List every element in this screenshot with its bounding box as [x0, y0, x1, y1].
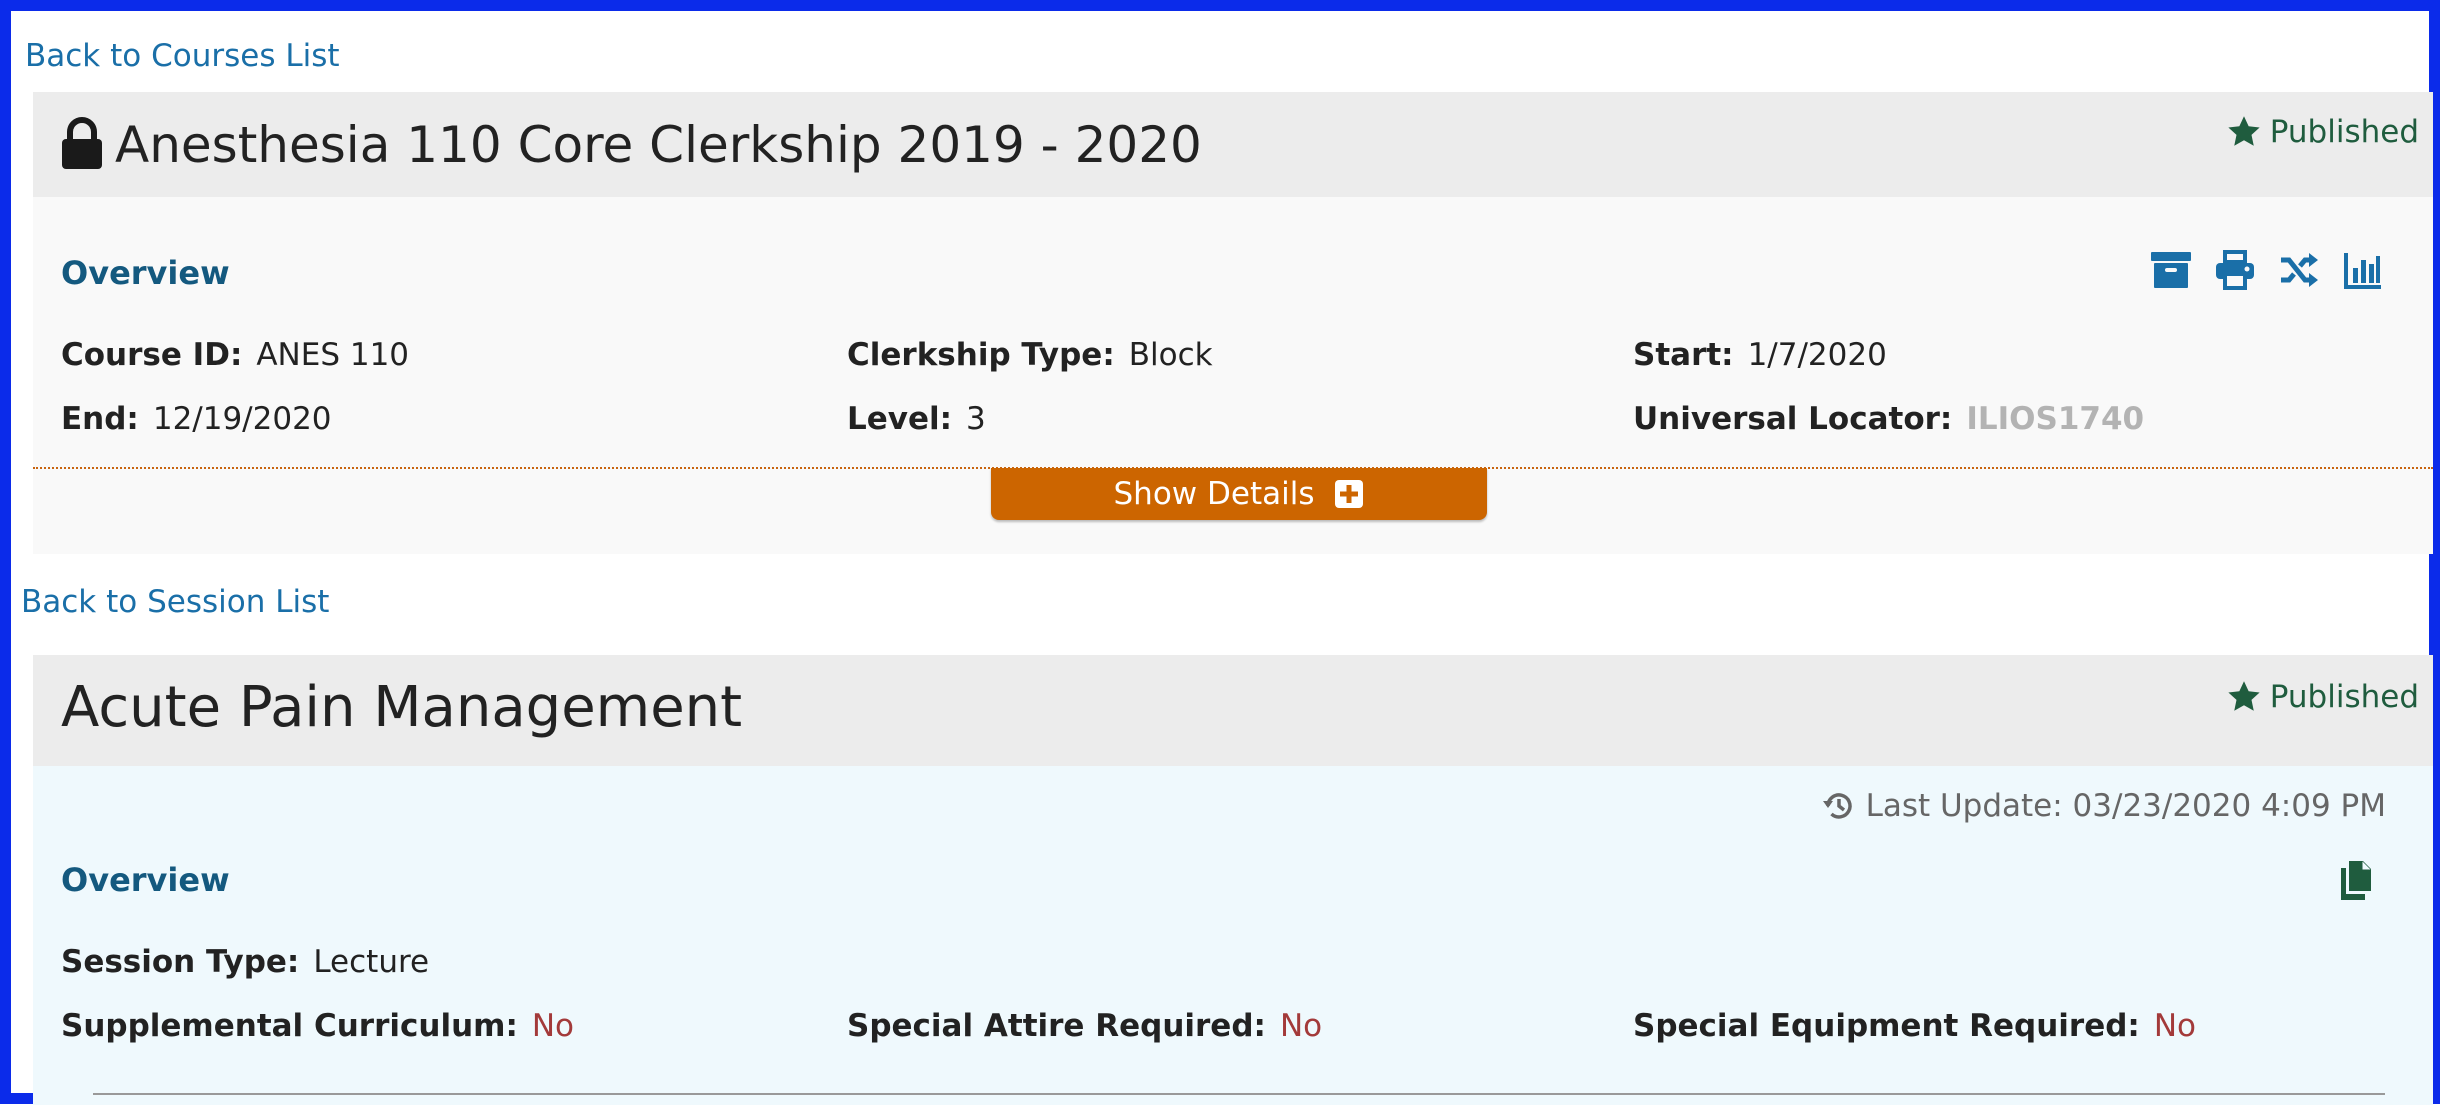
end-value[interactable]: 12/19/2020: [153, 401, 332, 437]
supplemental-label: Supplemental Curriculum:: [61, 1008, 518, 1044]
course-title: Anesthesia 110 Core Clerkship 2019 - 202…: [115, 116, 1202, 174]
history-icon: [1822, 793, 1852, 819]
supplemental-field: Supplemental Curriculum: No: [61, 1008, 574, 1044]
level-field: Level: 3: [847, 401, 986, 437]
clerkship-type-label: Clerkship Type:: [847, 337, 1115, 373]
published-label: Published: [2269, 679, 2419, 715]
course-id-field: Course ID: ANES 110: [61, 337, 409, 373]
special-equipment-label: Special Equipment Required:: [1633, 1008, 2140, 1044]
print-icon[interactable]: [2215, 250, 2255, 290]
copy-icon[interactable]: [2337, 860, 2373, 902]
rollover-icon[interactable]: [2279, 250, 2319, 290]
universal-locator-field: Universal Locator: ILIOS1740: [1633, 401, 2144, 437]
clerkship-type-value[interactable]: Block: [1129, 337, 1213, 373]
back-to-sessions-link[interactable]: Back to Session List: [21, 584, 329, 620]
show-details-label: Show Details: [1113, 476, 1315, 512]
course-published-status[interactable]: Published: [2226, 114, 2419, 150]
session-header: Acute Pain Management Published: [33, 655, 2433, 766]
special-attire-value[interactable]: No: [1280, 1008, 1322, 1044]
plus-square-icon: [1335, 480, 1364, 508]
start-label: Start:: [1633, 337, 1734, 373]
archive-icon[interactable]: [2151, 250, 2191, 290]
universal-locator-label: Universal Locator:: [1633, 401, 1953, 437]
course-overview-title: Overview: [61, 254, 230, 292]
special-equipment-field: Special Equipment Required: No: [1633, 1008, 2196, 1044]
special-attire-field: Special Attire Required: No: [847, 1008, 1322, 1044]
universal-locator-value: ILIOS1740: [1966, 401, 2145, 437]
end-label: End:: [61, 401, 139, 437]
course-toolbar: [2151, 250, 2383, 290]
section-divider: [93, 1093, 2385, 1095]
last-update: Last Update: 03/23/2020 4:09 PM: [1822, 788, 2386, 824]
session-type-value[interactable]: Lecture: [313, 944, 429, 980]
session-type-field: Session Type: Lecture: [61, 944, 429, 980]
star-icon: [2228, 116, 2260, 146]
lock-icon: [62, 117, 102, 169]
page-frame: Back to Courses List Anesthesia 110 Core…: [0, 0, 2440, 1105]
end-field: End: 12/19/2020: [61, 401, 332, 437]
session-published-status[interactable]: Published: [2226, 679, 2419, 715]
published-label: Published: [2269, 114, 2419, 150]
start-value[interactable]: 1/7/2020: [1748, 337, 1887, 373]
session-overview-title: Overview: [61, 861, 230, 899]
level-value[interactable]: 3: [966, 401, 986, 437]
last-update-text: Last Update: 03/23/2020 4:09 PM: [1865, 788, 2386, 824]
session-title[interactable]: Acute Pain Management: [61, 675, 742, 740]
special-attire-label: Special Attire Required:: [847, 1008, 1266, 1044]
back-to-courses-link[interactable]: Back to Courses List: [25, 38, 340, 74]
course-card: Anesthesia 110 Core Clerkship 2019 - 202…: [33, 92, 2433, 554]
session-type-label: Session Type:: [61, 944, 300, 980]
clerkship-type-field: Clerkship Type: Block: [847, 337, 1213, 373]
level-label: Level:: [847, 401, 953, 437]
supplemental-value[interactable]: No: [532, 1008, 574, 1044]
course-id-label: Course ID:: [61, 337, 243, 373]
start-field: Start: 1/7/2020: [1633, 337, 1887, 373]
visualize-icon[interactable]: [2343, 250, 2383, 290]
course-header: Anesthesia 110 Core Clerkship 2019 - 202…: [33, 92, 2433, 197]
star-icon: [2228, 681, 2260, 711]
session-card: Acute Pain Management Published Last Upd…: [33, 655, 2433, 1105]
show-details-button[interactable]: Show Details: [991, 468, 1487, 520]
special-equipment-value[interactable]: No: [2154, 1008, 2196, 1044]
course-id-value: ANES 110: [256, 337, 410, 373]
